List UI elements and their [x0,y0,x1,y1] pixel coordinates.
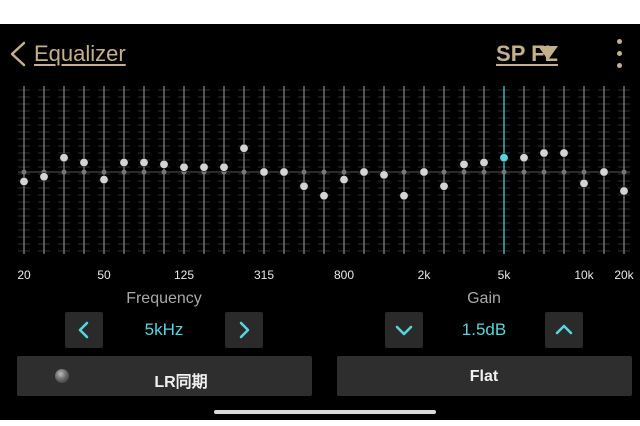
band-knob[interactable] [459,159,469,169]
band-knob[interactable] [259,167,269,177]
band-knob[interactable] [139,158,149,168]
band-knob[interactable] [199,162,209,172]
equalizer-graph[interactable] [0,82,640,262]
band-zero-marker [61,169,67,175]
band-zero-marker [541,169,547,175]
more-vertical-icon-dot [617,51,622,56]
lr-sync-label: LR同期 [154,374,208,391]
triangle-down-icon [538,46,558,60]
band-knob[interactable] [279,167,289,177]
band-knob[interactable] [119,158,129,168]
band-knob[interactable] [239,143,249,153]
band-zero-marker [461,169,467,175]
band-knob[interactable] [39,172,49,182]
band-knob[interactable] [519,153,529,163]
band-zero-marker [501,169,507,175]
frequency-tick-label: 800 [333,268,355,282]
band-zero-marker [441,169,447,175]
flat-button[interactable]: Flat [337,356,632,396]
band-knob[interactable] [179,162,189,172]
band-knob[interactable] [479,158,489,168]
band-knob[interactable] [339,175,349,185]
band-knob[interactable] [79,158,89,168]
frequency-tick-label: 20k [614,268,634,282]
chevron-left-icon [10,41,26,67]
lr-sync-button[interactable]: LR同期 [17,356,312,396]
frequency-tick-label: 50 [97,268,111,282]
more-menu-button[interactable] [610,38,628,70]
band-knob[interactable] [19,177,29,187]
chevron-left-icon [78,321,89,339]
band-zero-marker [81,169,87,175]
band-zero-marker [341,169,347,175]
band-knob[interactable] [319,191,329,201]
band-zero-marker [401,169,407,175]
chevron-up-icon [555,324,573,335]
equalizer-screen: Equalizer SP FL 20 50 125 315 800 2k 5k 10k 20k … [0,24,640,420]
frequency-tick-label: 315 [253,268,275,282]
band-zero-marker [121,169,127,175]
equalizer-sliders[interactable] [0,82,640,262]
band-zero-marker [21,169,27,175]
lr-sync-indicator-icon [55,369,69,383]
band-knob[interactable] [599,167,609,177]
frequency-axis: 20 50 125 315 800 2k 5k 10k 20k [0,268,640,282]
band-knob[interactable] [419,167,429,177]
band-zero-marker [621,169,627,175]
band-knob[interactable] [499,153,509,163]
band-zero-marker [241,169,247,175]
frequency-value: 5kHz [144,320,184,339]
band-knob[interactable] [99,175,109,185]
band-knob[interactable] [539,148,549,158]
band-zero-marker [581,169,587,175]
band-knob[interactable] [579,178,589,188]
band-zero-marker [521,169,527,175]
chevron-right-icon [239,321,250,339]
frequency-tick-label: 2k [417,268,431,282]
flat-label: Flat [469,368,499,385]
band-knob[interactable] [619,186,629,196]
frequency-tick-label: 125 [173,268,195,282]
band-zero-marker [321,169,327,175]
band-knob[interactable] [379,170,389,180]
gain-title: Gain [467,290,501,307]
gain-value: 1.5dB [461,320,507,339]
band-knob[interactable] [159,159,169,169]
band-knob[interactable] [219,162,229,172]
frequency-tick-label: 10k [574,268,594,282]
back-button[interactable] [6,40,32,68]
band-knob[interactable] [299,181,309,191]
channel-dropdown-button[interactable] [537,45,559,61]
band-zero-marker [101,169,107,175]
frequency-title: Frequency [126,290,202,307]
frequency-decrease-button[interactable] [65,312,103,348]
page-title: Equalizer [34,41,126,66]
band-knob[interactable] [359,167,369,177]
more-vertical-icon-dot [617,63,622,68]
more-vertical-icon [617,39,622,44]
chevron-down-icon [395,325,413,336]
gain-decrease-button[interactable] [385,312,423,348]
band-zero-marker [561,169,567,175]
band-knob[interactable] [59,153,69,163]
band-zero-marker [481,169,487,175]
home-indicator [214,410,436,414]
frequency-tick-label: 20 [17,268,31,282]
band-knob[interactable] [439,181,449,191]
gain-increase-button[interactable] [545,312,583,348]
band-knob[interactable] [399,191,409,201]
band-zero-marker [161,169,167,175]
band-knob[interactable] [559,148,569,158]
band-zero-marker [141,169,147,175]
frequency-increase-button[interactable] [225,312,263,348]
frequency-tick-label: 5k [497,268,511,282]
band-zero-marker [301,169,307,175]
